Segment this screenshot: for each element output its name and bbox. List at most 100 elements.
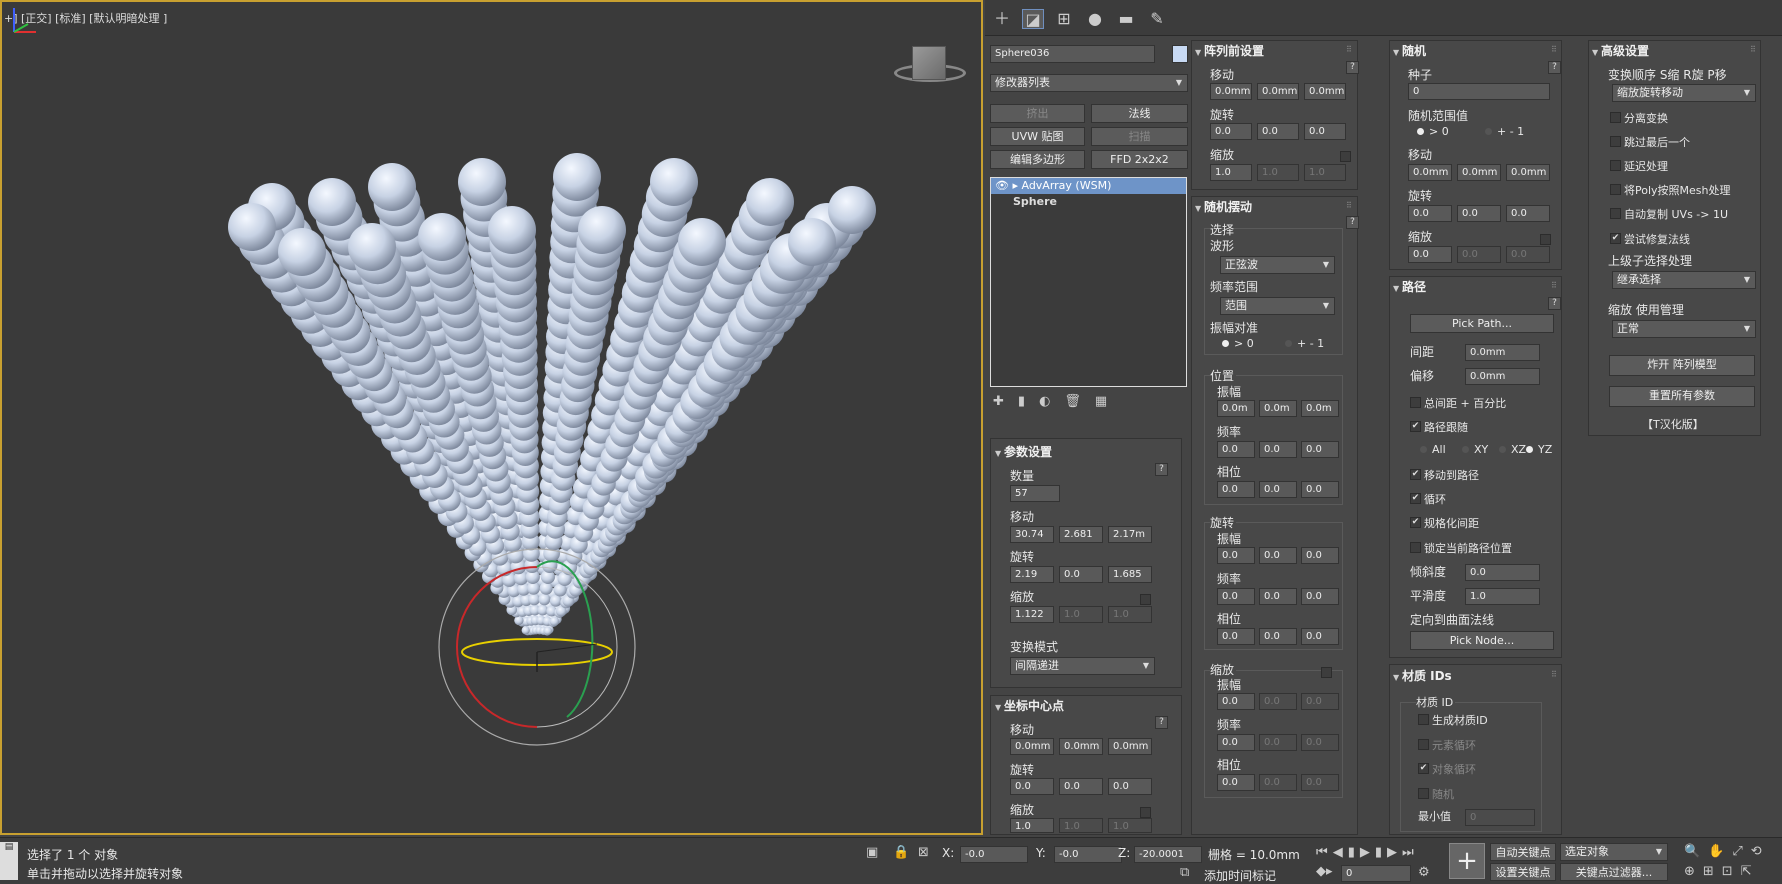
create-icon[interactable]: ＋ (991, 9, 1013, 29)
rotate-x-field[interactable]: 2.19 (1010, 566, 1054, 583)
selected-object-dropdown[interactable]: 选定对象 (1560, 843, 1668, 861)
z-coord-field[interactable]: -20.0001 (1134, 846, 1202, 863)
scale-y-field[interactable]: 1.0 (1059, 606, 1103, 623)
viewport-nav-icons[interactable]: 🔍✋⤢⟲ (1684, 844, 1770, 859)
pos-amp-y[interactable]: 0.0m (1259, 400, 1297, 417)
rot-freq-z[interactable]: 0.0 (1301, 588, 1339, 605)
pos-phase-z[interactable]: 0.0 (1301, 481, 1339, 498)
element-cycle-checkbox[interactable]: 元素循环 (1418, 737, 1476, 753)
random-scale-x[interactable]: 0.0 (1408, 246, 1452, 263)
help-icon[interactable]: ? (1548, 61, 1561, 74)
scl-freq-x[interactable]: 0.0 (1217, 734, 1255, 751)
reset-all-button[interactable]: 重置所有参数 (1609, 386, 1755, 407)
pos-freq-z[interactable]: 0.0 (1301, 441, 1339, 458)
rot-amp-x[interactable]: 0.0 (1217, 547, 1255, 564)
modifier-list-dropdown[interactable]: 修改器列表 (990, 74, 1188, 92)
stack-item-advarray[interactable]: 👁 ▸ AdvArray (WSM) (991, 178, 1186, 194)
path-title[interactable]: 路径 (1393, 278, 1426, 295)
help-icon[interactable]: ? (1155, 463, 1168, 476)
move-to-path-checkbox[interactable]: 移动到路径 (1410, 467, 1479, 483)
viewport-nav-icons-2[interactable]: ⊕⊞⊡⇱ (1684, 864, 1760, 879)
scl-amp-x[interactable]: 0.0 (1217, 693, 1255, 710)
hierarchy-icon[interactable]: ⊞ (1053, 9, 1075, 29)
pivot-rotate-z[interactable]: 0.0 (1108, 778, 1152, 795)
amp-pm1-radio[interactable]: + - 1 (1285, 337, 1324, 350)
lock-path-checkbox[interactable]: 锁定当前路径位置 (1410, 540, 1512, 556)
pivot-rotate-x[interactable]: 0.0 (1010, 778, 1054, 795)
motion-icon[interactable]: ● (1084, 9, 1106, 29)
rot-phase-z[interactable]: 0.0 (1301, 628, 1339, 645)
bank-field[interactable]: 0.0 (1465, 564, 1540, 581)
rot-phase-x[interactable]: 0.0 (1217, 628, 1255, 645)
rot-freq-y[interactable]: 0.0 (1259, 588, 1297, 605)
axis-xy-radio[interactable]: XY (1462, 443, 1488, 456)
pre-array-title[interactable]: 阵列前设置 (1195, 42, 1264, 59)
scl-phase-y[interactable]: 0.0 (1259, 774, 1297, 791)
delay-process-checkbox[interactable]: 延迟处理 (1610, 158, 1668, 174)
pos-amp-z[interactable]: 0.0m (1301, 400, 1339, 417)
pivot-rotate-y[interactable]: 0.0 (1059, 778, 1103, 795)
pivot-title[interactable]: 坐标中心点 (995, 697, 1064, 714)
pivot-scale-x[interactable]: 1.0 (1010, 818, 1054, 833)
random-rotate-z[interactable]: 0.0 (1506, 205, 1550, 222)
time-tag-icon[interactable]: ⧉ (1180, 865, 1189, 880)
playback-controls[interactable]: ⏮◀▮▶▮▶⏭ (1316, 845, 1419, 860)
y-coord-field[interactable]: -0.0 (1054, 846, 1122, 863)
pick-path-button[interactable]: Pick Path... (1410, 314, 1554, 333)
pre-rotate-y[interactable]: 0.0 (1257, 123, 1299, 140)
key-filters-button[interactable]: 关键点过滤器... (1560, 863, 1668, 881)
move-y-field[interactable]: 2.681 (1059, 526, 1103, 543)
set-key-big-button[interactable]: + (1449, 843, 1485, 879)
time-config-icon[interactable]: ⚙ (1418, 865, 1430, 880)
random-title[interactable]: 随机 (1393, 42, 1426, 59)
help-icon[interactable]: ? (1346, 216, 1359, 229)
loop-checkbox[interactable]: 循环 (1410, 491, 1446, 507)
lock-icon[interactable]: 🔒 (893, 845, 909, 860)
axis-yz-radio[interactable]: YZ (1526, 443, 1552, 456)
amp-positive-radio[interactable]: > 0 (1222, 337, 1254, 350)
wave-dropdown[interactable]: 正弦波 (1220, 256, 1335, 274)
stack-item-sphere[interactable]: Sphere (991, 194, 1186, 210)
modifier-stack[interactable]: 👁 ▸ AdvArray (WSM) Sphere (990, 177, 1187, 387)
total-distance-checkbox[interactable]: 总间距 + 百分比 (1410, 395, 1506, 411)
random-rotate-x[interactable]: 0.0 (1408, 205, 1452, 222)
pre-move-x[interactable]: 0.0mm (1210, 83, 1252, 100)
edit-poly-button[interactable]: 编辑多边形 (990, 150, 1085, 169)
viewport[interactable]: +] [正交] [标准] [默认明暗处理 ] (0, 0, 983, 835)
stack-tools[interactable]: ✚▮◐🗑▦ (993, 394, 1188, 410)
advanced-title[interactable]: 高级设置 (1592, 42, 1649, 59)
move-x-field[interactable]: 30.74 (1010, 526, 1054, 543)
current-frame-field[interactable]: 0 (1341, 865, 1411, 882)
normal-button[interactable]: 法线 (1091, 104, 1188, 123)
display-icon[interactable]: ▬ (1115, 9, 1137, 29)
spacing-field[interactable]: 0.0mm (1465, 344, 1540, 361)
scl-phase-x[interactable]: 0.0 (1217, 774, 1255, 791)
pre-move-y[interactable]: 0.0mm (1257, 83, 1299, 100)
follow-path-checkbox[interactable]: 路径跟随 (1410, 419, 1468, 435)
pre-rotate-x[interactable]: 0.0 (1210, 123, 1252, 140)
random-scale-z[interactable]: 0.0 (1506, 246, 1550, 263)
absolute-mode-icon[interactable]: ⊠ (918, 845, 929, 860)
auto-key-button[interactable]: 自动关键点 (1490, 843, 1556, 861)
sweep-button[interactable]: 扫描 (1091, 127, 1188, 146)
random-matid-checkbox[interactable]: 随机 (1418, 786, 1454, 802)
random-move-x[interactable]: 0.0mm (1408, 164, 1452, 181)
axis-xz-radio[interactable]: XZ (1499, 443, 1526, 456)
scale-x-field[interactable]: 1.122 (1010, 606, 1054, 623)
pick-node-button[interactable]: Pick Node... (1410, 631, 1554, 650)
object-color-swatch[interactable] (1172, 45, 1188, 63)
help-icon[interactable]: ? (1548, 297, 1561, 310)
parent-sub-dropdown[interactable]: 继承选择 (1612, 271, 1756, 289)
jitter-title[interactable]: 随机摆动 (1195, 198, 1252, 215)
add-time-tag[interactable]: 添加时间标记 (1204, 867, 1276, 884)
fix-normals-checkbox[interactable]: 尝试修复法线 (1610, 231, 1690, 247)
seed-field[interactable]: 0 (1408, 83, 1550, 100)
help-icon[interactable]: ? (1155, 716, 1168, 729)
normalize-spacing-checkbox[interactable]: 规格化间距 (1410, 515, 1479, 531)
rotate-y-field[interactable]: 0.0 (1059, 566, 1103, 583)
random-scale-y[interactable]: 0.0 (1457, 246, 1501, 263)
isolate-icon[interactable]: ▣ (866, 845, 878, 860)
viewcube-icon[interactable] (890, 40, 970, 90)
material-ids-title[interactable]: 材质 IDs (1393, 667, 1452, 684)
random-move-y[interactable]: 0.0mm (1457, 164, 1501, 181)
